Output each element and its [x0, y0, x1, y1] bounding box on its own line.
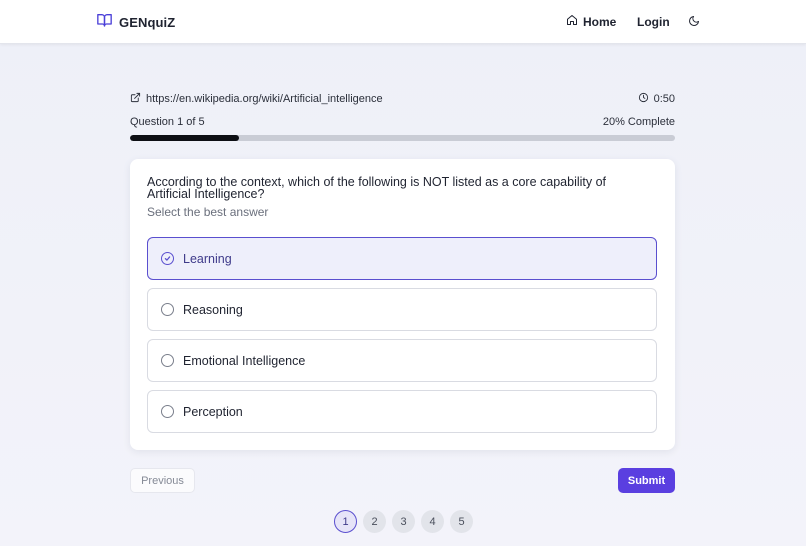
nav-home-link[interactable]: Home [566, 13, 616, 31]
question-text: According to the context, which of the f… [147, 175, 607, 201]
quiz-timer: 0:50 [638, 90, 675, 108]
page-button-4[interactable]: 4 [421, 510, 444, 533]
question-pagination: 1 2 3 4 5 [334, 510, 473, 533]
progress-header: Question 1 of 5 20% Complete [130, 116, 675, 130]
radio-circle-icon [161, 354, 174, 367]
question-counter: Question 1 of 5 [130, 116, 205, 128]
book-open-icon [96, 12, 113, 33]
external-link-icon [130, 90, 141, 108]
home-icon [566, 13, 578, 31]
radio-circle-icon [161, 405, 174, 418]
brand-logo[interactable]: GENquiZ [96, 12, 175, 33]
source-row: https://en.wikipedia.org/wiki/Artificial… [130, 90, 675, 106]
page-button-5[interactable]: 5 [450, 510, 473, 533]
check-circle-icon [161, 252, 174, 265]
nav-login-label: Login [637, 15, 670, 29]
top-navbar: GENquiZ Home Login [0, 0, 806, 44]
answer-option-label: Emotional Intelligence [183, 353, 306, 368]
progress-bar [130, 135, 675, 141]
radio-circle-icon [161, 303, 174, 316]
submit-button[interactable]: Submit [618, 468, 675, 493]
source-link[interactable]: https://en.wikipedia.org/wiki/Artificial… [130, 90, 383, 108]
answer-option-label: Reasoning [183, 302, 243, 317]
answer-option-reasoning[interactable]: Reasoning [147, 288, 657, 331]
page-button-3[interactable]: 3 [392, 510, 415, 533]
progress-bar-fill [130, 135, 239, 141]
brand-title: GENquiZ [119, 15, 176, 30]
page-button-1[interactable]: 1 [334, 510, 357, 533]
previous-button[interactable]: Previous [130, 468, 195, 493]
answer-option-emotional-intelligence[interactable]: Emotional Intelligence [147, 339, 657, 382]
timer-value: 0:50 [653, 93, 675, 105]
answer-option-perception[interactable]: Perception [147, 390, 657, 433]
answer-option-learning[interactable]: Learning [147, 237, 657, 280]
clock-icon [638, 90, 649, 108]
answer-option-label: Perception [183, 404, 243, 419]
progress-percent: 20% Complete [602, 116, 675, 128]
moon-icon [688, 14, 700, 31]
nav-login-link[interactable]: Login [637, 13, 670, 31]
answer-option-label: Learning [183, 251, 232, 266]
source-url: https://en.wikipedia.org/wiki/Artificial… [146, 93, 383, 105]
page-button-2[interactable]: 2 [363, 510, 386, 533]
question-hint: Select the best answer [147, 205, 269, 219]
question-card: According to the context, which of the f… [130, 159, 675, 450]
nav-home-label: Home [583, 15, 617, 29]
theme-toggle-button[interactable] [688, 14, 700, 32]
